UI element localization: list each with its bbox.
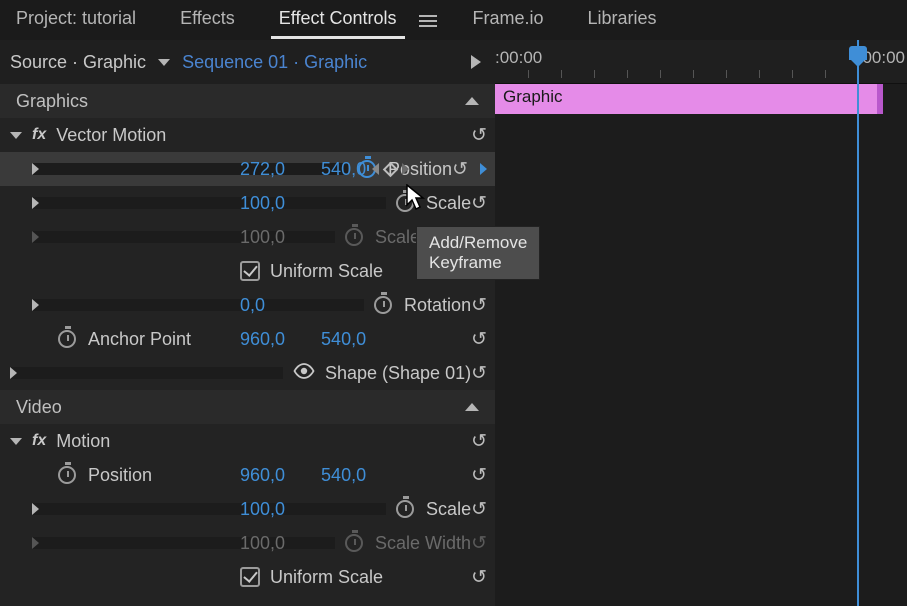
effect-motion[interactable]: fx Motion ↺ [0,424,495,458]
eye-icon[interactable] [293,363,315,384]
section-video[interactable]: Video [0,390,495,424]
tab-effect-controls[interactable]: Effect Controls [271,2,405,39]
next-keyframe-icon[interactable] [402,163,409,175]
reset-icon[interactable]: ↺ [471,294,487,317]
value[interactable]: 100,0 [240,193,285,214]
reset-icon: ↺ [471,532,487,555]
twirl-right-icon[interactable] [32,503,386,515]
value-y[interactable]: 540,0 [321,465,366,486]
fx-badge-icon[interactable]: fx [32,126,46,144]
clip-bar[interactable]: Graphic [495,84,883,114]
value-y[interactable]: 540,0 [321,159,366,180]
reset-icon[interactable]: ↺ [471,362,487,385]
checkbox[interactable] [240,261,260,281]
prop-m-scale[interactable]: Scale 100,0 ↺ [0,492,495,526]
reset-icon[interactable]: ↺ [471,566,487,589]
collapse-icon[interactable] [465,403,479,411]
prop-label: Position [88,465,152,486]
twirl-right-icon[interactable] [32,299,364,311]
time-ruler[interactable]: :00:00 00:00 [495,40,907,84]
stopwatch-icon[interactable] [396,194,414,212]
effect-name: Motion [56,431,110,452]
twirl-right-icon[interactable] [32,197,386,209]
twirl-down-icon[interactable] [10,132,22,139]
tooltip: Add/Remove Keyframe [416,226,540,280]
stopwatch-icon[interactable] [58,466,76,484]
reset-icon[interactable]: ↺ [471,464,487,487]
breadcrumb-sequence[interactable]: Sequence 01 · Graphic [182,52,367,73]
value: 100,0 [240,533,285,554]
section-graphics[interactable]: Graphics [0,84,495,118]
reset-icon[interactable]: ↺ [471,192,487,215]
timeline-panel: :00:00 00:00 Graphic [495,40,907,606]
value[interactable]: 100,0 [240,499,285,520]
timecode-start: :00:00 [495,48,542,68]
value: 100,0 [240,227,285,248]
expand-keyframes-icon[interactable] [480,163,487,175]
value[interactable]: 0,0 [240,295,265,316]
prop-vm-anchor[interactable]: Anchor Point 960,0 540,0 ↺ [0,322,495,356]
effect-vector-motion[interactable]: fx Vector Motion ↺ [0,118,495,152]
stopwatch-icon[interactable] [374,296,392,314]
prop-label: Rotation [404,295,471,316]
stopwatch-icon [345,534,363,552]
checkbox[interactable] [240,567,260,587]
panel-menu-icon[interactable] [419,15,437,27]
effect-name: Shape (Shape 01) [325,363,471,384]
reset-icon[interactable]: ↺ [471,124,487,147]
reset-icon[interactable]: ↺ [471,498,487,521]
prop-vm-position[interactable]: Position 272,0 540,0 ↺ [0,152,495,186]
section-video-label: Video [16,397,62,418]
add-remove-keyframe-icon[interactable] [383,161,399,177]
effect-name: Vector Motion [56,125,166,146]
collapse-icon[interactable] [465,97,479,105]
tab-frameio[interactable]: Frame.io [465,2,552,39]
prop-vm-rotation[interactable]: Rotation 0,0 ↺ [0,288,495,322]
stopwatch-icon[interactable] [396,500,414,518]
value-x[interactable]: 960,0 [240,465,285,486]
playhead[interactable] [857,40,859,606]
twirl-right-icon[interactable] [10,367,283,379]
prop-label: Uniform Scale [270,567,383,588]
prop-m-position[interactable]: Position 960,0 540,0 ↺ [0,458,495,492]
reset-icon[interactable]: ↺ [471,328,487,351]
twirl-right-icon [32,231,335,243]
chevron-down-icon[interactable] [158,59,170,66]
prop-label: Scale [426,193,471,214]
stopwatch-icon[interactable] [58,330,76,348]
prop-m-scale-width: Scale Width 100,0 ↺ [0,526,495,560]
effect-controls-panel: Source · Graphic Sequence 01 · Graphic G… [0,40,495,606]
prop-label: Scale Width [375,533,471,554]
tab-effects[interactable]: Effects [172,2,243,39]
ruler-ticks [495,70,907,80]
prop-label: Uniform Scale [270,261,383,282]
prop-m-uniform-scale[interactable]: Uniform Scale ↺ [0,560,495,594]
reset-icon[interactable]: ↺ [452,158,468,181]
breadcrumb: Source · Graphic Sequence 01 · Graphic [0,40,495,84]
value-x[interactable]: 960,0 [240,329,285,350]
prev-keyframe-icon[interactable] [372,163,379,175]
prop-vm-scale[interactable]: Scale 100,0 ↺ [0,186,495,220]
prop-label: Anchor Point [88,329,191,350]
panel-tab-bar: Project: tutorial Effects Effect Control… [0,0,907,40]
prop-label: Scale [426,499,471,520]
tab-libraries[interactable]: Libraries [580,2,665,39]
twirl-down-icon[interactable] [10,438,22,445]
breadcrumb-source[interactable]: Source · Graphic [10,52,146,73]
reset-icon[interactable]: ↺ [471,430,487,453]
effect-shape[interactable]: Shape (Shape 01) ↺ [0,356,495,390]
twirl-right-icon [32,537,335,549]
value-x[interactable]: 272,0 [240,159,285,180]
play-icon[interactable] [471,55,481,69]
section-graphics-label: Graphics [16,91,88,112]
value-y[interactable]: 540,0 [321,329,366,350]
fx-badge-icon[interactable]: fx [32,432,46,450]
timecode-end: 00:00 [862,48,905,68]
tab-project[interactable]: Project: tutorial [8,2,144,39]
keyframe-nav [372,163,409,175]
stopwatch-icon [345,228,363,246]
